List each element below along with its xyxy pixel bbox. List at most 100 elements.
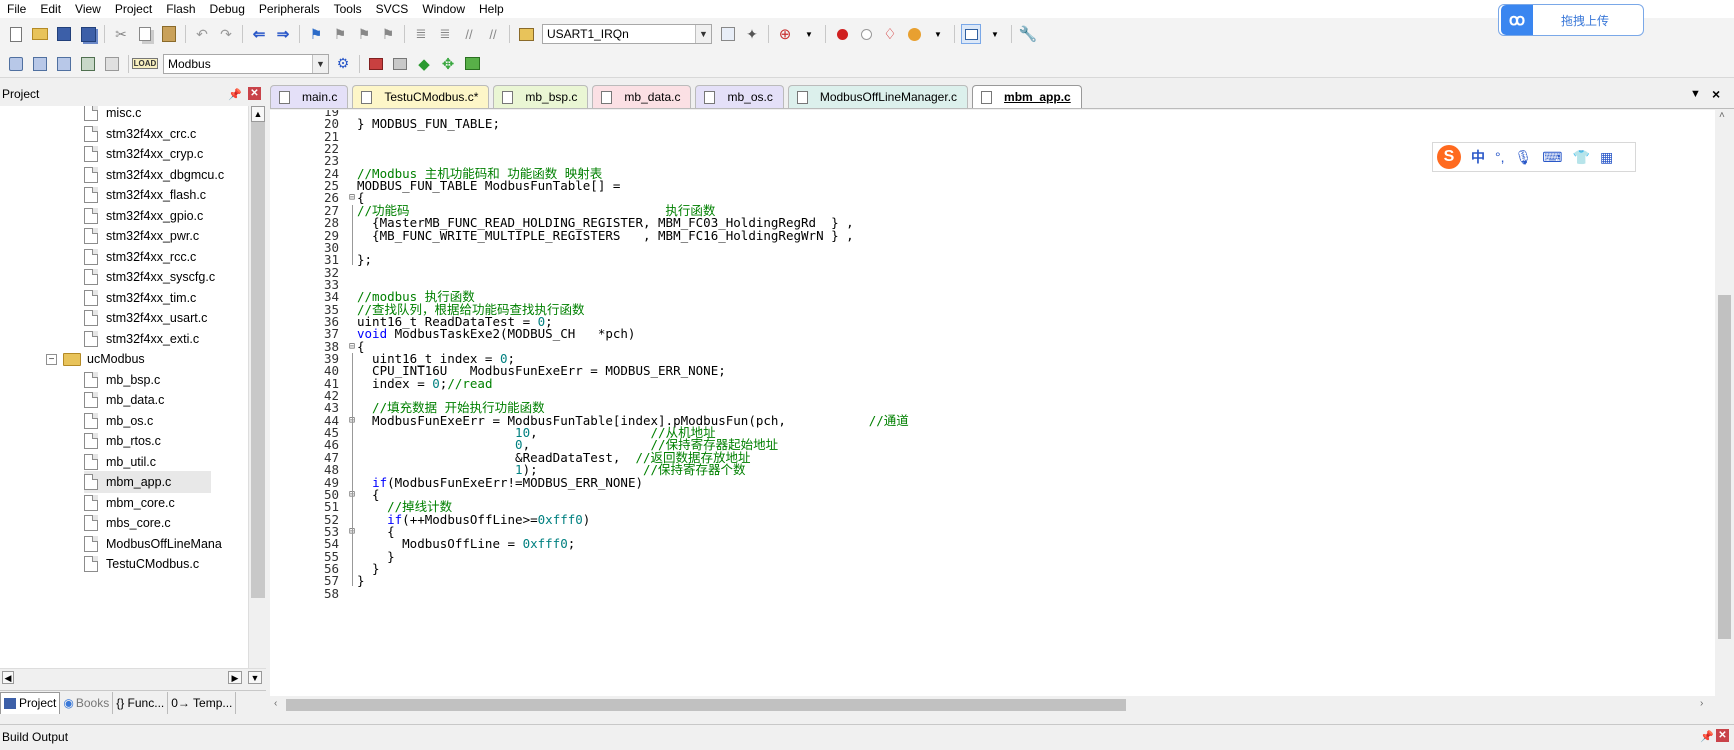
menu-help[interactable]: Help [472,0,511,18]
save-icon[interactable] [54,24,74,44]
scroll-up-icon[interactable]: ˄ [1719,110,1725,121]
tree-file-item[interactable]: stm32f4xx_cryp.c [84,143,203,165]
tab-list-dropdown-icon[interactable]: ▼ [1690,88,1701,100]
new-file-icon[interactable] [6,24,26,44]
find-combo[interactable]: USART1_IRQn ▼ [542,24,712,44]
punctuation-icon[interactable]: °, [1495,149,1505,165]
tree-file-item[interactable]: mb_bsp.c [84,369,160,391]
upload-button[interactable]: ꝏ 拖拽上传 [1498,4,1644,36]
tab-mb-data-c[interactable]: mb_data.c [592,85,692,108]
chevron-down-icon[interactable]: ▼ [799,24,819,44]
tree-file-item[interactable]: stm32f4xx_dbgmcu.c [84,164,224,186]
undo-icon[interactable]: ↶ [192,24,212,44]
batch-build-icon[interactable] [78,54,98,74]
scroll-down-icon[interactable]: ▼ [248,671,262,684]
tree-file-item[interactable]: stm32f4xx_pwr.c [84,225,199,247]
manage-rte-icon[interactable] [462,54,482,74]
tab-testucmodbus-c-[interactable]: TestuCModbus.c* [352,85,490,108]
menu-svcs[interactable]: SVCS [369,0,416,18]
collapse-icon[interactable]: − [46,353,57,365]
ime-mode[interactable]: 中 [1471,147,1485,167]
pack-installer-icon[interactable]: ◆ [414,54,434,74]
tree-horizontal-scrollbar[interactable]: ◀ ▶ ▼ [0,668,266,686]
tree-file-item[interactable]: mb_os.c [84,410,153,432]
uncomment-icon[interactable]: // [483,24,503,44]
tree-file-item[interactable]: mb_util.c [84,451,156,473]
tab-functions[interactable]: {} Func... [113,691,169,714]
tree-file-item[interactable]: stm32f4xx_flash.c [84,184,206,206]
breakpoint-disable-icon[interactable] [856,24,876,44]
indent-icon[interactable]: ≣ [411,24,431,44]
tree-file-item[interactable]: stm32f4xx_gpio.c [84,205,203,227]
menu-file[interactable]: File [0,0,33,18]
nav-forward-icon[interactable]: ⇒ [273,24,293,44]
bookmark-prev-icon[interactable]: ⚑ [330,24,350,44]
scroll-left-icon[interactable]: ‹ [274,698,277,709]
sogou-logo-icon[interactable]: S [1437,145,1461,169]
menu-tools[interactable]: Tools [327,0,369,18]
window-layout-icon[interactable] [961,24,981,44]
bookmark-next-icon[interactable]: ⚑ [354,24,374,44]
rebuild-icon[interactable] [54,54,74,74]
tab-books[interactable]: ◉ Books [60,691,114,714]
cut-icon[interactable]: ✂ [111,24,131,44]
redo-icon[interactable]: ↷ [216,24,236,44]
tree-file-item[interactable]: stm32f4xx_rcc.c [84,246,196,268]
bookmark-icon[interactable]: ⚑ [306,24,326,44]
chevron-down-icon[interactable]: ▼ [695,25,711,43]
pin-icon[interactable]: 📌 [228,88,242,101]
target-options-icon[interactable]: ⚙ [333,54,353,74]
tree-file-item[interactable]: mb_rtos.c [84,430,161,452]
menu-view[interactable]: View [68,0,108,18]
bookmark-clear-icon[interactable]: ⚑ [378,24,398,44]
scroll-left-icon[interactable]: ◀ [2,671,14,684]
tab-mb-os-c[interactable]: mb_os.c [695,85,784,108]
tab-modbusofflinemanager-c[interactable]: ModbusOffLineManager.c [787,85,969,108]
tab-mb-bsp-c[interactable]: mb_bsp.c [493,85,589,108]
breakpoint-icon[interactable] [832,24,852,44]
breakpoint-kill-icon[interactable] [904,24,924,44]
stop-build-icon[interactable] [102,54,122,74]
tree-file-item[interactable]: mbs_core.c [84,512,171,534]
tab-mbm-app-c[interactable]: mbm_app.c [972,85,1082,108]
select-packs-icon[interactable]: ✥ [438,54,458,74]
configure-wrench-icon[interactable]: 🔧 [1018,24,1038,44]
microphone-icon[interactable]: 🎙 [1515,149,1533,166]
menu-debug[interactable]: Debug [203,0,252,18]
skin-icon[interactable]: 👕 [1573,149,1590,166]
download-load-icon[interactable]: LOAD [131,54,159,74]
code-hscroll-thumb[interactable] [286,699,1126,711]
scroll-right-icon[interactable]: › [1700,698,1703,709]
breakpoint-clear-icon[interactable]: ♢ [880,24,900,44]
menu-edit[interactable]: Edit [33,0,68,18]
code-editor[interactable]: 19 20} MODBUS_FUN_TABLE; 21 22 23 24//Modbus … [270,110,1715,696]
copy-icon[interactable] [135,24,155,44]
toolbox-icon[interactable]: ▦ [1600,149,1613,166]
tree-file-item[interactable]: TestuCModbus.c [84,553,199,575]
save-all-icon[interactable] [78,24,98,44]
incremental-find-icon[interactable] [718,24,738,44]
scroll-right-icon[interactable]: ▶ [228,671,242,684]
chevron-down-icon[interactable]: ▼ [928,24,948,44]
find-in-files-icon[interactable] [516,24,536,44]
scroll-up-icon[interactable]: ▲ [251,106,265,122]
close-editor-icon[interactable]: × [1712,86,1720,102]
chevron-down-icon[interactable]: ▼ [312,54,328,73]
tree-file-item[interactable]: stm32f4xx_usart.c [84,307,207,329]
debug-session-icon[interactable]: ⊕ [775,24,795,44]
tree-file-item[interactable]: stm32f4xx_syscfg.c [84,266,215,288]
find-icon[interactable]: ✦ [742,24,762,44]
tree-group-ucmodbus[interactable]: − ucModbus [46,348,145,370]
fold-toggle-icon[interactable]: ⊟ [347,192,357,204]
open-file-icon[interactable] [30,24,50,44]
code-scroll-thumb[interactable] [1718,295,1731,639]
menu-window[interactable]: Window [415,0,472,18]
pin-icon[interactable]: 📌 [1700,730,1714,743]
menu-project[interactable]: Project [108,0,159,18]
chevron-down-icon[interactable]: ▼ [985,24,1005,44]
translate-icon[interactable] [6,54,26,74]
tree-file-item[interactable]: misc.c [84,106,141,124]
tree-file-item[interactable]: stm32f4xx_exti.c [84,328,199,350]
close-icon[interactable]: ✕ [1716,729,1729,742]
tree-file-item[interactable]: mbm_core.c [84,492,175,514]
